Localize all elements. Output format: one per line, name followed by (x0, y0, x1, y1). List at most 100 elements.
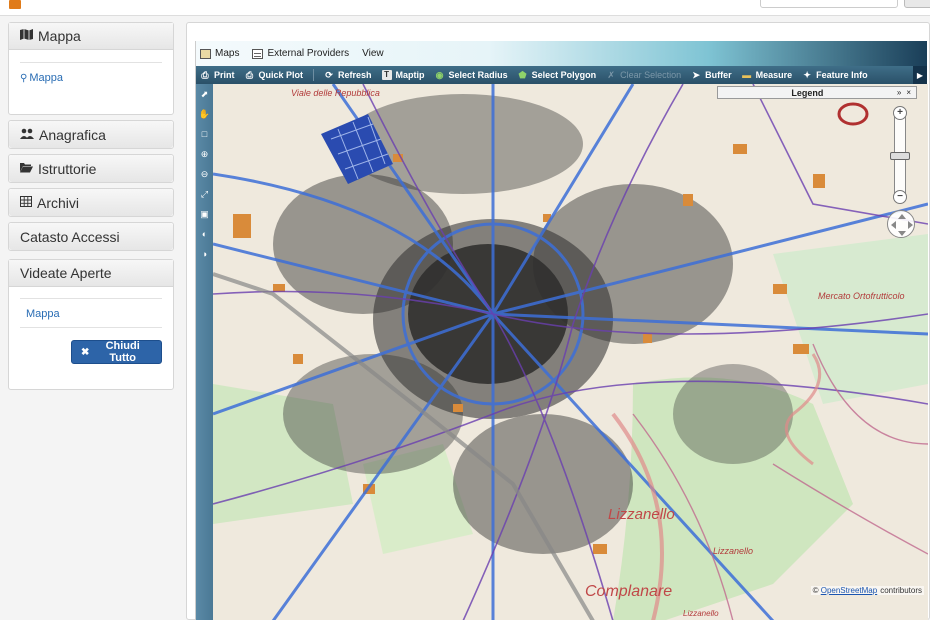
clear-selection-label: Clear Selection (620, 70, 682, 80)
map-label: Viale delle Repubblica (291, 88, 380, 98)
history-back-icon[interactable]: ◐ (196, 224, 213, 244)
clear-selection-button[interactable]: ✗ Clear Selection (606, 70, 681, 80)
map-label: Lizzanello (608, 506, 675, 523)
section-catasto-accessi-label: Catasto Accessi (20, 228, 120, 245)
map-frame: Maps External Providers View ⎙ Print ⎙ Qui… (195, 41, 928, 620)
ruler-icon: ▬ (742, 69, 752, 80)
zoom-in-icon[interactable]: ⊕ (196, 144, 213, 164)
top-search-input[interactable] (760, 0, 898, 8)
map-label: Mercato Ortofrutticolo (818, 291, 905, 301)
map-panel-body: ⚲ Mappa (9, 50, 173, 114)
section-catasto-accessi-header[interactable]: Catasto Accessi (9, 223, 173, 250)
maps-icon (200, 48, 211, 59)
zoom-slider-handle[interactable] (890, 152, 910, 160)
printer-icon: ⎙ (201, 69, 209, 80)
map-container: Maps External Providers View ⎙ Print ⎙ Qui… (186, 22, 930, 620)
menu-maps[interactable]: Maps (200, 48, 239, 59)
feature-info-icon: ✦ (803, 69, 811, 80)
map-link-label: Mappa (29, 72, 63, 84)
sidebar: Mappa ⚲ Mappa Anagrafica Istruttorie Arc… (8, 22, 174, 395)
zoom-box-icon[interactable]: □ (196, 124, 213, 144)
top-bar (0, 0, 930, 16)
select-radius-label: Select Radius (448, 70, 508, 80)
section-archivi[interactable]: Archivi (8, 188, 174, 217)
section-istruttorie[interactable]: Istruttorie (8, 154, 174, 183)
close-all-button[interactable]: ✖ Chiudi Tutto (71, 340, 162, 364)
map-label: Lizzanello (683, 609, 719, 618)
providers-icon (252, 48, 264, 59)
buffer-label: Buffer (705, 70, 732, 80)
maptip-label: Maptip (395, 70, 425, 80)
measure-label: Measure (755, 70, 793, 80)
toolbar-separator (313, 69, 315, 81)
map-link[interactable]: ⚲ Mappa (20, 72, 63, 84)
map-panel-header[interactable]: Mappa (9, 23, 173, 50)
menu-view-label: View (362, 48, 384, 59)
open-view-item-mappa[interactable]: Mappa (26, 308, 60, 320)
pan-hand-icon[interactable]: ✋ (196, 104, 213, 124)
measure-button[interactable]: ▬ Measure (742, 69, 793, 80)
map-icon (20, 29, 33, 43)
close-all-label: Chiudi Tutto (105, 340, 140, 364)
close-icon: ✖ (81, 346, 90, 358)
quick-plot-label: Quick Plot (258, 70, 304, 80)
menu-maps-label: Maps (215, 48, 240, 59)
legend-bar[interactable]: Legend » × (717, 86, 917, 99)
zoom-control: + − (887, 106, 915, 238)
section-anagrafica-label: Anagrafica (39, 126, 106, 143)
divider (20, 327, 162, 328)
section-anagrafica-header[interactable]: Anagrafica (9, 121, 173, 148)
menu-view[interactable]: View (362, 48, 384, 59)
map-side-tools: ⬈ ✋ □ ⊕ ⊖ ⤢ ▣ ◐ ◑ (196, 84, 213, 620)
open-views-header: Videate Aperte (9, 260, 173, 287)
copyright-symbol: © (812, 586, 819, 595)
map-label: Complanare (585, 583, 672, 600)
folder-open-icon (20, 162, 33, 176)
section-catasto-accessi[interactable]: Catasto Accessi (8, 222, 174, 251)
section-istruttorie-header[interactable]: Istruttorie (9, 155, 173, 182)
section-anagrafica[interactable]: Anagrafica (8, 120, 174, 149)
full-extent-icon[interactable]: ⤢ (196, 184, 213, 204)
history-forward-icon[interactable]: ◑ (196, 244, 213, 264)
print-button[interactable]: ⎙ Print (200, 69, 235, 80)
select-radius-button[interactable]: ◉ Select Radius (435, 70, 508, 80)
map-marker-icon: ⚲ (20, 73, 28, 84)
legend-close-icon[interactable]: × (906, 88, 911, 97)
refresh-label: Refresh (338, 70, 372, 80)
pan-control-icon[interactable] (887, 210, 915, 238)
zoom-minus-icon[interactable]: − (893, 190, 907, 204)
section-archivi-label: Archivi (37, 194, 80, 211)
map-label: Lizzanello (713, 546, 753, 556)
map-canvas[interactable]: Viale delle Repubblica Mercato Ortofrutt… (213, 84, 928, 620)
section-archivi-header[interactable]: Archivi (9, 189, 173, 216)
print-label: Print (214, 70, 235, 80)
users-icon (20, 128, 34, 142)
toolbar-overflow-arrow[interactable]: ▶ (913, 66, 927, 84)
divider (20, 298, 162, 299)
map-menubar: Maps External Providers View (196, 41, 927, 66)
buffer-button[interactable]: ➤ Buffer (691, 70, 732, 80)
zoom-plus-icon[interactable]: + (893, 106, 907, 120)
zoom-out-icon[interactable]: ⊖ (196, 164, 213, 184)
osm-link[interactable]: OpenStreetMap (821, 586, 877, 595)
map-toolbar: ⎙ Print ⎙ Quick Plot ⟳ Refresh T Maptip ◉ Sel… (196, 66, 927, 84)
refresh-button[interactable]: ⟳ Refresh (324, 70, 372, 80)
maptip-button[interactable]: T Maptip (381, 70, 425, 80)
pointer-tool-icon[interactable]: ⬈ (196, 84, 213, 104)
layer-icon[interactable]: ▣ (196, 204, 213, 224)
select-polygon-label: Select Polygon (531, 70, 597, 80)
feature-info-button[interactable]: ✦ Feature Info (802, 69, 867, 80)
attribution-suffix: contributors (880, 586, 922, 595)
legend-title: Legend (791, 87, 824, 98)
map-panel-title: Mappa (38, 28, 81, 44)
map-attribution: © OpenStreetMap contributors (810, 586, 924, 595)
top-search-button[interactable] (904, 0, 930, 8)
map-image[interactable]: Viale delle Repubblica Mercato Ortofrutt… (213, 84, 928, 620)
select-polygon-button[interactable]: ⬟ Select Polygon (518, 70, 597, 80)
app-logo (9, 0, 21, 9)
menu-external-providers[interactable]: External Providers (252, 48, 349, 59)
quick-plot-button[interactable]: ⎙ Quick Plot (245, 70, 304, 80)
divider (20, 62, 162, 63)
menu-external-providers-label: External Providers (267, 48, 350, 59)
legend-collapse-icon[interactable]: » (897, 88, 901, 97)
